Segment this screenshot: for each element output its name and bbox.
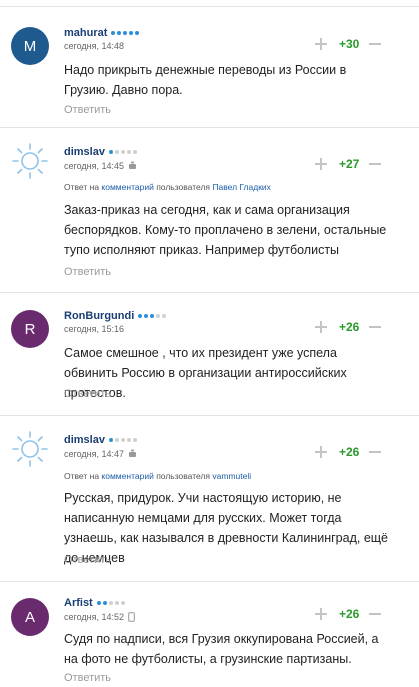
vote-controls: +26 <box>315 445 381 459</box>
downvote-icon[interactable] <box>369 451 381 453</box>
author-name[interactable]: mahurat <box>64 27 107 39</box>
sun-icon[interactable] <box>11 142 49 180</box>
avatar[interactable]: R <box>11 310 49 348</box>
author-name[interactable]: Arfist <box>64 597 93 609</box>
author-line: RonBurgundi <box>64 310 167 322</box>
avatar-letter: A <box>24 608 35 626</box>
comment-item: R RonBurgundi сегодня, 15:16 +26 Самое с… <box>0 293 419 416</box>
author-line: mahurat <box>64 27 140 39</box>
reply-reference: Ответ на комментарий пользователя Павел … <box>64 182 271 192</box>
timestamp: сегодня, 14:45 <box>64 161 125 171</box>
comment-item: A Arfist сегодня, 14:52 +26 Судя по надп… <box>0 582 419 687</box>
author-line: dimslav <box>64 434 137 446</box>
avatar-letter: M <box>23 37 37 55</box>
timestamp: сегодня, 15:16 <box>64 324 125 334</box>
user-rating <box>108 150 137 154</box>
author-name[interactable]: dimslav <box>64 434 105 446</box>
user-rating <box>96 601 125 605</box>
timestamp: сегодня, 14:52 <box>64 612 125 622</box>
comment-text: Судя по надписи, вся Грузия оккупирована… <box>64 632 379 666</box>
comment-meta: сегодня, 14:52 <box>64 612 135 622</box>
avatar[interactable]: A <box>11 598 49 636</box>
reply-prefix: Ответ на <box>64 182 100 192</box>
avatar[interactable]: M <box>11 27 49 65</box>
timestamp: сегодня, 14:47 <box>64 449 125 459</box>
comment-text: Русская, придурок. Учи настоящую историю… <box>64 491 389 565</box>
upvote-icon[interactable] <box>315 158 327 170</box>
upvote-icon[interactable] <box>315 608 327 620</box>
comment-text: Самое смешное , что их президент уже усп… <box>64 346 347 400</box>
user-rating <box>108 438 137 442</box>
android-icon <box>129 449 137 457</box>
reply-user-link[interactable]: vammuteli <box>212 471 251 481</box>
score: +26 <box>339 445 360 459</box>
reply-mid: пользователя <box>156 471 211 481</box>
comment-text: Заказ-приказ на сегодня, как и сама орга… <box>64 203 387 257</box>
comment-item: M mahurat сегодня, 14:48 +30 Надо прикры… <box>0 7 419 128</box>
vote-controls: +26 <box>315 607 381 621</box>
downvote-icon[interactable] <box>369 613 381 615</box>
comment-meta: сегодня, 14:47 <box>64 449 137 459</box>
comment-text: Надо прикрыть денежные переводы из Росси… <box>64 63 347 97</box>
upvote-icon[interactable] <box>315 321 327 333</box>
reply-reference: Ответ на комментарий пользователя vammut… <box>64 471 251 481</box>
reply-mid: пользователя <box>156 182 211 192</box>
comment-item: dimslav сегодня, 14:47 +26 Ответ на комм… <box>0 416 419 582</box>
vote-controls: +27 <box>315 157 381 171</box>
timestamp: сегодня, 14:48 <box>64 41 125 51</box>
android-icon <box>129 161 137 169</box>
user-rating <box>111 31 140 35</box>
upvote-icon[interactable] <box>315 446 327 458</box>
vote-controls: +30 <box>315 37 381 51</box>
comments-feed: M mahurat сегодня, 14:48 +30 Надо прикры… <box>0 0 419 687</box>
reply-button[interactable]: Ответить <box>64 554 111 566</box>
downvote-icon[interactable] <box>369 326 381 328</box>
user-rating <box>138 314 167 318</box>
reply-user-link[interactable]: Павел Гладких <box>212 182 271 192</box>
divider <box>0 0 419 7</box>
score: +26 <box>339 607 360 621</box>
author-name[interactable]: dimslav <box>64 146 105 158</box>
reply-comment-link[interactable]: комментарий <box>101 182 153 192</box>
vote-controls: +26 <box>315 320 381 334</box>
downvote-icon[interactable] <box>369 163 381 165</box>
reply-button[interactable]: Ответить <box>64 672 111 684</box>
reply-button[interactable]: Ответить <box>64 104 111 116</box>
comment-item: dimslav сегодня, 14:45 +27 Ответ на комм… <box>0 128 419 293</box>
upvote-icon[interactable] <box>315 38 327 50</box>
author-line: dimslav <box>64 146 137 158</box>
reply-button[interactable]: Ответить <box>64 388 111 400</box>
comment-meta: сегодня, 14:45 <box>64 161 137 171</box>
score: +26 <box>339 320 360 334</box>
score: +30 <box>339 37 360 51</box>
phone-icon <box>128 612 135 622</box>
score: +27 <box>339 157 360 171</box>
avatar-letter: R <box>24 320 36 338</box>
reply-comment-link[interactable]: комментарий <box>101 471 153 481</box>
downvote-icon[interactable] <box>369 43 381 45</box>
comment-meta: сегодня, 14:48 <box>64 41 124 51</box>
reply-button[interactable]: Ответить <box>64 266 111 278</box>
comment-meta: сегодня, 15:16 <box>64 324 124 334</box>
author-name[interactable]: RonBurgundi <box>64 310 134 322</box>
author-line: Arfist <box>64 597 125 609</box>
reply-prefix: Ответ на <box>64 471 100 481</box>
sun-icon[interactable] <box>11 430 49 468</box>
